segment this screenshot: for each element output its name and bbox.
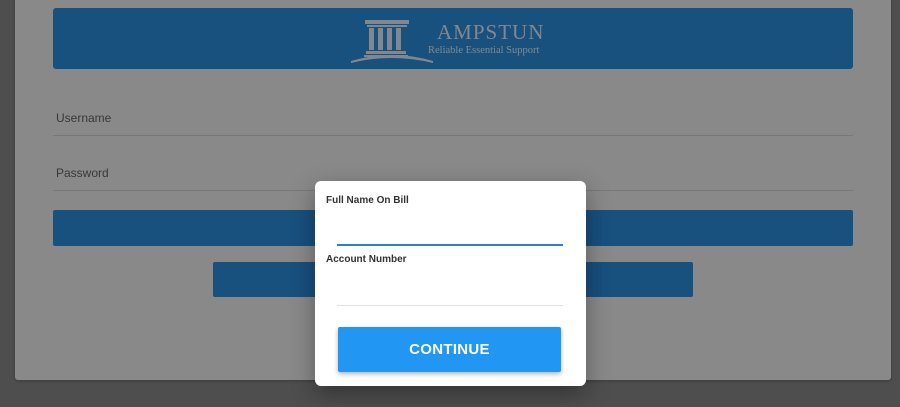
full-name-input[interactable] [337,222,563,246]
continue-button[interactable]: CONTINUE [338,327,561,372]
full-name-label: Full Name On Bill [326,195,409,206]
verification-dialog: Full Name On Bill Account Number CONTINU… [315,181,586,386]
account-number-label: Account Number [326,254,407,265]
account-number-input[interactable] [337,282,563,306]
